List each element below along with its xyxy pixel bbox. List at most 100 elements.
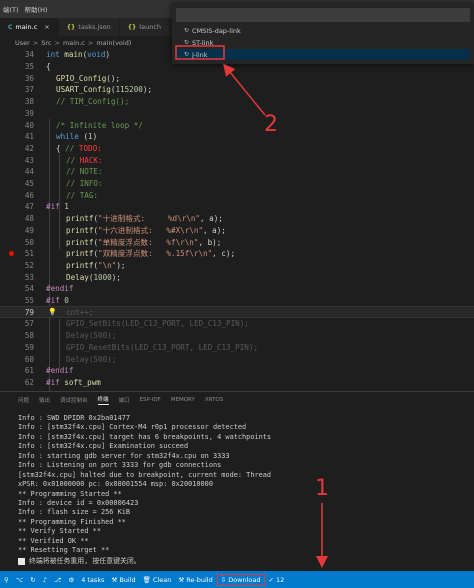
code-line[interactable]: 59 GPIO_ResetBits(LED_C13_PORT, LED_C13_P…	[0, 342, 474, 354]
code-line[interactable]: 61 #endif	[0, 365, 474, 377]
panel-tab[interactable]: 终端	[97, 395, 109, 405]
line-number[interactable]: 79	[0, 308, 34, 317]
line-number[interactable]: 36	[0, 74, 34, 83]
line-number[interactable]: 49	[0, 226, 34, 235]
line-number[interactable]: 60	[0, 355, 34, 364]
line-number[interactable]: 38	[0, 97, 34, 106]
code-line[interactable]: 58 Delay(500);	[0, 330, 474, 342]
panel-tab[interactable]: 端口	[119, 396, 130, 404]
code-line[interactable]: 79 cnt++; 💡	[0, 306, 474, 319]
quick-pick-item-cmsis-dap[interactable]: ↻ CMSIS-dap-link	[176, 25, 470, 36]
quick-pick-input[interactable]	[176, 8, 470, 22]
line-number[interactable]: 59	[0, 343, 34, 352]
line-number[interactable]: 62	[0, 378, 34, 387]
code-line[interactable]: 47 #if 1	[0, 201, 474, 213]
remote-icon[interactable]: ⚲	[3, 576, 10, 584]
code-token: "十六进制格式: %#X\r\n"	[98, 225, 204, 235]
close-icon[interactable]: ×	[44, 23, 49, 31]
line-number[interactable]: 42	[0, 144, 34, 153]
code-line[interactable]: 44 // NOTE:	[0, 166, 474, 178]
line-number[interactable]: 34	[0, 50, 34, 59]
panel-tab[interactable]: ESP-IDF	[140, 397, 161, 403]
panel-tab[interactable]: 调试控制台	[60, 396, 88, 404]
code-line[interactable]: 46 // TAG:	[0, 189, 474, 201]
code-line[interactable]: 60 Delay(500);	[0, 353, 474, 365]
line-number[interactable]: 61	[0, 366, 34, 375]
tab-launch[interactable]: {} launch	[120, 18, 171, 36]
code-line[interactable]: 50 printf("单精度浮点数: %f\r\n", b);	[0, 236, 474, 248]
code-line[interactable]: 62 #if soft_pwm	[0, 377, 474, 389]
breadcrumb-item[interactable]: Src	[41, 39, 51, 47]
line-number[interactable]: 50	[0, 238, 34, 247]
line-number[interactable]: 35	[0, 62, 34, 71]
code-token: , a);	[203, 225, 226, 235]
code-line[interactable]: 39	[0, 108, 474, 120]
code-text: Delay(500);	[66, 331, 116, 340]
git-icon[interactable]: ⎇	[53, 576, 63, 584]
tasks-status[interactable]: 4 tasks	[80, 576, 105, 584]
code-line[interactable]: 41 while (1)	[0, 131, 474, 143]
code-line[interactable]: 49 printf("十六进制格式: %#X\r\n", a);	[0, 225, 474, 237]
code-editor[interactable]: 34 int main(void) 35 {36 GPIO_Config(); 37 USA…	[0, 49, 474, 391]
panel-tab[interactable]: 输出	[39, 396, 50, 404]
line-number[interactable]: 39	[0, 109, 34, 118]
panel-tab[interactable]: MEMORY	[171, 397, 195, 403]
code-line[interactable]: 48 printf("十进制格式: %d\r\n", a);	[0, 213, 474, 225]
line-number[interactable]: 47	[0, 202, 34, 211]
sync-icon[interactable]: ↻	[29, 576, 36, 584]
problems-status[interactable]: ✓ 12	[268, 576, 286, 584]
line-number[interactable]: 53	[0, 273, 34, 282]
code-line[interactable]: 52 printf("\n");	[0, 260, 474, 272]
code-line[interactable]: 43 // HACK:	[0, 154, 474, 166]
code-line[interactable]: 38 // TIM_Config();	[0, 96, 474, 108]
code-line[interactable]: 45 // INFO:	[0, 178, 474, 190]
bell-icon[interactable]: ♪	[42, 576, 48, 584]
breadcrumb-item[interactable]: User	[15, 39, 30, 47]
line-number[interactable]: 40	[0, 121, 34, 130]
branch-icon[interactable]: ⌥	[15, 576, 25, 584]
line-number[interactable]: 55	[0, 296, 34, 305]
code-line[interactable]: 53 Delay(1000);	[0, 271, 474, 283]
quick-pick-item-j-link[interactable]: ↻ J-link	[176, 49, 470, 60]
download-button[interactable]: ⇩ Download	[216, 573, 265, 586]
settings-icon[interactable]: ⚙	[67, 576, 75, 584]
line-number[interactable]: 52	[0, 261, 34, 270]
quick-pick-item-st-link[interactable]: ↻ ST-link	[176, 37, 470, 48]
code-token: #if	[46, 202, 65, 212]
line-number[interactable]: 57	[0, 319, 34, 328]
clean-button[interactable]: 🗑 Clean	[142, 576, 173, 584]
line-number[interactable]: 37	[0, 85, 34, 94]
code-token: Delay(500);	[66, 354, 117, 364]
code-line[interactable]: 55 #if 0	[0, 295, 474, 307]
rebuild-button[interactable]: ⚒ Re-build	[177, 576, 213, 584]
line-number[interactable]: 43	[0, 156, 34, 165]
line-number[interactable]: 46	[0, 191, 34, 200]
code-line[interactable]: 57 GPIO_SetBits(LED_C13_PORT, LED_C13_PIN…	[0, 318, 474, 330]
code-line[interactable]: 36 GPIO_Config();	[0, 72, 474, 84]
line-number[interactable]: 54	[0, 284, 34, 293]
code-line[interactable]: 54 #endif	[0, 283, 474, 295]
tab-main-c[interactable]: C main.c ×	[0, 18, 59, 36]
line-number[interactable]: 58	[0, 331, 34, 340]
lightbulb-icon[interactable]: 💡	[48, 308, 57, 316]
line-number[interactable]: 48	[0, 214, 34, 223]
terminal-output[interactable]: Info : SWD DPIDR 0x2ba01477 Info : [stm32…	[0, 408, 474, 571]
menu-item-help[interactable]: 帮助(H)	[25, 4, 48, 14]
terminal-final-message: 终端将被任务重用, 按任意键关闭。	[29, 556, 141, 565]
menu-item-terminal[interactable]: 端(T)	[3, 4, 19, 14]
breadcrumb-item[interactable]: main.c	[63, 39, 85, 47]
code-line[interactable]: 40 /* Infinite loop */	[0, 119, 474, 131]
code-line[interactable]: 42 { // TODO:	[0, 143, 474, 155]
breadcrumb-item[interactable]: main(void)	[96, 39, 131, 47]
code-text: printf("双精度浮点数: %.15f\r\n", c);	[66, 248, 235, 259]
panel-tab[interactable]: 问题	[18, 396, 29, 404]
line-number[interactable]: 44	[0, 167, 34, 176]
panel-tab[interactable]: XRTOS	[205, 397, 223, 403]
line-number[interactable]: 45	[0, 179, 34, 188]
line-number[interactable]: 41	[0, 132, 34, 141]
code-line[interactable]: 37 USART_Config(115200);	[0, 84, 474, 96]
tab-tasks-json[interactable]: {} tasks.json	[59, 18, 120, 36]
line-number[interactable]: 51	[0, 249, 34, 258]
code-line[interactable]: 51 printf("双精度浮点数: %.15f\r\n", c);	[0, 248, 474, 260]
build-button[interactable]: ⚒ Build	[110, 576, 136, 584]
